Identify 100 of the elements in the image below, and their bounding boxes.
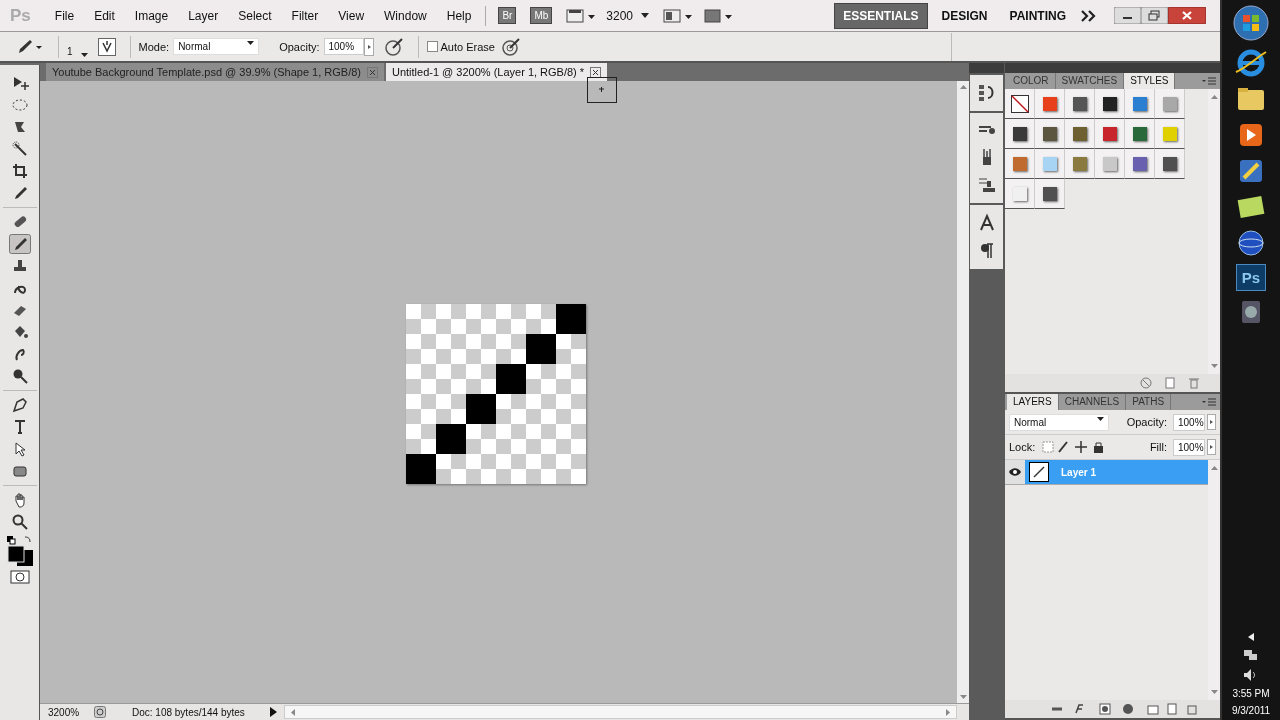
clock-time[interactable]: 3:55 PM bbox=[1232, 688, 1270, 699]
style-swatch[interactable] bbox=[1155, 89, 1185, 119]
caret-icon bbox=[247, 41, 255, 45]
mode-label: Mode: bbox=[138, 40, 170, 53]
scroll-up-icon[interactable] bbox=[1210, 466, 1218, 470]
style-swatch[interactable] bbox=[1155, 119, 1185, 149]
workspace-button[interactable]: ESSENTIALS bbox=[834, 2, 928, 29]
style-swatch[interactable] bbox=[1065, 119, 1095, 149]
vertical-scrollbar[interactable] bbox=[957, 81, 969, 703]
fill-slider-button[interactable] bbox=[1207, 439, 1216, 455]
clock-date[interactable]: 9/3/2011 bbox=[1231, 705, 1271, 716]
new-style-icon[interactable] bbox=[1164, 377, 1176, 389]
more-workspaces-icon[interactable] bbox=[1080, 8, 1098, 23]
color-swatches-icon[interactable] bbox=[4, 534, 35, 568]
scroll-down-icon[interactable] bbox=[1210, 364, 1218, 368]
menu-item[interactable]: Window bbox=[374, 8, 437, 23]
style-swatch[interactable] bbox=[1035, 119, 1065, 149]
scroll-left-icon[interactable] bbox=[291, 708, 295, 716]
mode-dropdown[interactable]: Normal bbox=[173, 38, 260, 55]
styles-scrollbar[interactable] bbox=[1208, 89, 1220, 374]
restore-button[interactable] bbox=[1141, 7, 1168, 24]
mini-bridge-button[interactable]: Mb bbox=[530, 7, 553, 24]
internet-explorer-icon[interactable] bbox=[1234, 48, 1268, 78]
style-swatch[interactable] bbox=[1005, 149, 1035, 179]
workspace-button[interactable]: PAINTING bbox=[1001, 3, 1074, 28]
menu-item[interactable]: Help bbox=[436, 8, 482, 23]
view-extras-icon[interactable] bbox=[566, 7, 597, 24]
clear-style-icon[interactable] bbox=[1140, 377, 1152, 389]
status-icon[interactable] bbox=[94, 706, 106, 718]
horizontal-scrollbar[interactable] bbox=[284, 705, 957, 719]
tablet-pressure-icon[interactable] bbox=[383, 36, 404, 57]
quick-mask-icon[interactable] bbox=[9, 570, 30, 584]
zoom-dropdown[interactable]: 3200 bbox=[606, 8, 650, 23]
style-swatch[interactable] bbox=[1095, 149, 1125, 179]
style-swatch[interactable] bbox=[1065, 149, 1095, 179]
style-swatch[interactable] bbox=[1005, 179, 1035, 209]
style-swatch[interactable] bbox=[1125, 119, 1155, 149]
network-icon[interactable] bbox=[1243, 648, 1259, 662]
close-button[interactable] bbox=[1168, 7, 1206, 24]
style-swatch[interactable] bbox=[1095, 89, 1125, 119]
opacity-slider-button[interactable] bbox=[363, 37, 374, 56]
panel-tab[interactable]: LAYERS bbox=[1007, 394, 1059, 410]
menu-item[interactable]: Select bbox=[228, 8, 282, 23]
tablet-size-icon[interactable] bbox=[500, 36, 521, 57]
document-tab[interactable]: Untitled-1 @ 3200% (Layer 1, RGB/8) * bbox=[386, 63, 608, 81]
close-tab-icon[interactable] bbox=[590, 66, 602, 78]
scroll-up-icon[interactable] bbox=[959, 85, 967, 89]
zoom-level[interactable]: 3200% bbox=[48, 706, 88, 718]
scroll-down-icon[interactable] bbox=[959, 695, 967, 699]
style-swatch[interactable] bbox=[1125, 149, 1155, 179]
opacity-slider-button[interactable] bbox=[1207, 414, 1216, 430]
menu-item[interactable]: Image bbox=[124, 8, 179, 23]
screen-mode-icon[interactable] bbox=[703, 7, 734, 24]
document-tab[interactable]: Youtube Background Template.psd @ 39.9% (Shape 1, RGB/8) bbox=[46, 63, 384, 81]
opacity-field[interactable]: 100% bbox=[323, 38, 364, 55]
scroll-right-icon[interactable] bbox=[946, 708, 950, 716]
brush-panel-icon[interactable] bbox=[97, 37, 116, 56]
checkbox[interactable] bbox=[426, 41, 438, 52]
layer-thumbnail-icon bbox=[1029, 462, 1049, 482]
blend-mode-dropdown[interactable]: Normal bbox=[1009, 413, 1109, 431]
pencil-tool-preset-icon[interactable] bbox=[16, 37, 44, 56]
layer-name: Layer 1 bbox=[1061, 466, 1097, 478]
style-swatch[interactable] bbox=[1005, 119, 1035, 149]
visibility-eye-icon[interactable] bbox=[1008, 467, 1022, 477]
start-button[interactable] bbox=[1232, 4, 1270, 42]
menu-item[interactable]: Layer bbox=[178, 8, 229, 23]
layers-scrollbar[interactable] bbox=[1208, 460, 1220, 700]
style-swatch[interactable] bbox=[1035, 149, 1065, 179]
status-menu-icon[interactable] bbox=[268, 706, 278, 718]
style-swatch[interactable] bbox=[1035, 179, 1065, 209]
opacity-label: Opacity: bbox=[279, 40, 320, 53]
menu-item[interactable]: File bbox=[44, 8, 85, 23]
brush-picker[interactable]: 1 bbox=[67, 36, 88, 57]
minimize-button[interactable] bbox=[1114, 7, 1141, 24]
caret-icon bbox=[80, 53, 88, 57]
arrange-documents-icon[interactable] bbox=[663, 7, 694, 24]
layer-actions-icon[interactable] bbox=[1050, 703, 1200, 715]
scroll-down-icon[interactable] bbox=[1210, 690, 1218, 694]
style-swatch[interactable] bbox=[1065, 89, 1095, 119]
style-swatch[interactable] bbox=[1095, 119, 1125, 149]
opacity-label: Opacity: bbox=[1126, 416, 1167, 428]
photoshop-taskbar-button[interactable]: Ps bbox=[1235, 264, 1267, 291]
panel-tab[interactable]: STYLES bbox=[1124, 73, 1176, 89]
style-swatch[interactable] bbox=[1035, 89, 1065, 119]
bridge-button[interactable]: Br bbox=[498, 7, 517, 24]
lock-label: Lock: bbox=[1009, 441, 1036, 453]
style-swatch[interactable] bbox=[1125, 89, 1155, 119]
pencil-tool-icon[interactable] bbox=[8, 234, 31, 254]
menu-item[interactable]: View bbox=[328, 8, 375, 23]
layer-opacity-field[interactable]: 100% bbox=[1173, 413, 1205, 431]
clone-source-icon[interactable] bbox=[976, 175, 997, 195]
menu-item[interactable]: Edit bbox=[84, 8, 125, 23]
style-swatch[interactable] bbox=[1155, 149, 1185, 179]
menu-item[interactable]: Filter bbox=[281, 8, 329, 23]
auto-erase-checkbox[interactable]: Auto Erase bbox=[426, 40, 495, 53]
scroll-up-icon[interactable] bbox=[1210, 95, 1218, 99]
style-swatch[interactable] bbox=[1005, 89, 1035, 119]
fill-field[interactable]: 100% bbox=[1173, 438, 1205, 456]
workspace-button[interactable]: DESIGN bbox=[933, 3, 996, 28]
show-hidden-icons[interactable] bbox=[1246, 632, 1256, 642]
